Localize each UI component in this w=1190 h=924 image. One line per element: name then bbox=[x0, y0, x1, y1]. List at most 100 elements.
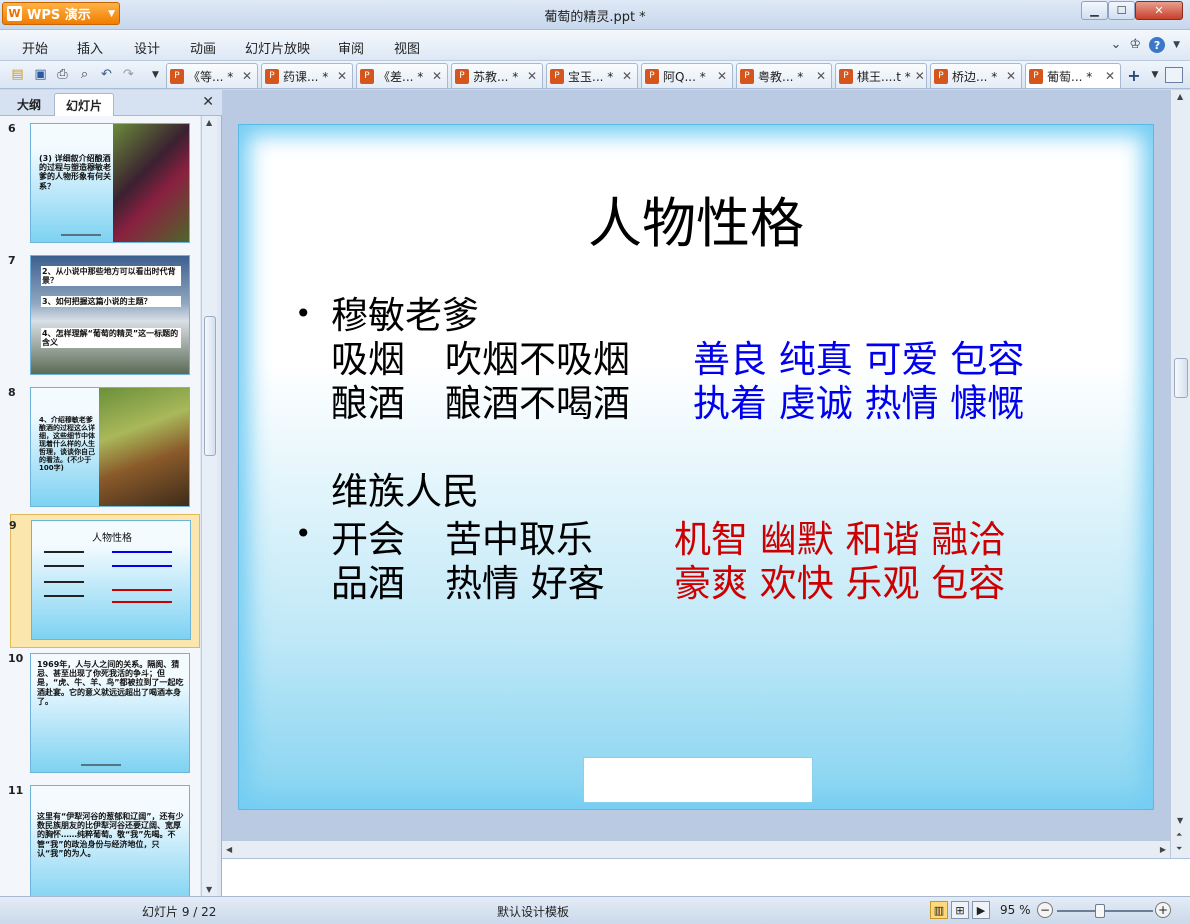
scroll-thumb[interactable] bbox=[204, 316, 216, 456]
slide-thumbnail-9[interactable]: 9 人物性格 bbox=[9, 514, 200, 648]
help-icon[interactable]: ? bbox=[1149, 37, 1166, 53]
menu-insert[interactable]: 插入 bbox=[77, 38, 103, 57]
chevron-down-icon[interactable]: ▼ bbox=[1173, 40, 1180, 53]
slide-thumbnail-10[interactable]: 10 1969年，人与人之间的关系。隔阂、猜忌、甚至出现了你死我活的争斗；但是，… bbox=[8, 648, 200, 780]
doc-tab[interactable]: P 《等... * ✕ bbox=[166, 63, 258, 88]
close-tab-icon[interactable]: ✕ bbox=[622, 69, 632, 83]
slide-editor[interactable]: 人物性格 • 穆敏老爹 吸烟 吹烟不吸烟 善良 纯真 可爱 包容 酿酒 酿酒不喝… bbox=[222, 90, 1170, 840]
behavior-label[interactable]: 酿酒 bbox=[331, 373, 405, 427]
tab-outline[interactable]: 大纲 bbox=[6, 93, 52, 116]
new-tab-icon[interactable]: + bbox=[1123, 66, 1145, 85]
behavior-detail[interactable]: 酿酒不喝酒 bbox=[445, 373, 630, 427]
close-tab-icon[interactable]: ✕ bbox=[1006, 69, 1016, 83]
slideshow-icon[interactable]: ▶ bbox=[972, 901, 990, 919]
doc-tab[interactable]: P 宝玉... * ✕ bbox=[546, 63, 638, 88]
window-switch-icon[interactable] bbox=[1165, 67, 1183, 83]
scroll-thumb[interactable] bbox=[1174, 358, 1188, 398]
close-tab-icon[interactable]: ✕ bbox=[242, 69, 252, 83]
footer-textbox[interactable] bbox=[583, 757, 813, 803]
zoom-in-icon[interactable]: + bbox=[1155, 902, 1171, 918]
menu-design[interactable]: 设计 bbox=[134, 38, 160, 57]
tab-slides[interactable]: 幻灯片 bbox=[54, 93, 114, 116]
save-icon[interactable]: ▣ bbox=[32, 66, 49, 83]
print-icon[interactable]: ⎙ bbox=[54, 66, 71, 83]
close-panel-icon[interactable]: ✕ bbox=[202, 94, 214, 110]
slide-preview: 人物性格 bbox=[31, 520, 191, 640]
doc-tab[interactable]: P 桥边... * ✕ bbox=[930, 63, 1022, 88]
close-tab-icon[interactable]: ✕ bbox=[527, 69, 537, 83]
trait-list[interactable]: 豪爽 欢快 乐观 包容 bbox=[674, 553, 1005, 607]
scroll-down-icon[interactable]: ▼ bbox=[206, 885, 212, 894]
close-window-button[interactable]: ✕ bbox=[1135, 1, 1183, 20]
doc-tab[interactable]: P 阿Q... * ✕ bbox=[641, 63, 733, 88]
zoom-slider[interactable] bbox=[1057, 910, 1153, 912]
slide-sorter-icon[interactable]: ⊞ bbox=[951, 901, 969, 919]
undo-icon[interactable]: ↶ bbox=[98, 66, 115, 83]
behavior-detail[interactable]: 热情 好客 bbox=[445, 553, 605, 607]
doc-tab[interactable]: P 粤教... * ✕ bbox=[736, 63, 832, 88]
current-slide[interactable]: 人物性格 • 穆敏老爹 吸烟 吹烟不吸烟 善良 纯真 可爱 包容 酿酒 酿酒不喝… bbox=[239, 125, 1153, 809]
next-slide-icon[interactable]: ⏷ bbox=[1176, 844, 1182, 854]
chevron-down-icon[interactable]: ⌄ bbox=[1111, 37, 1122, 53]
ppt-file-icon: P bbox=[934, 68, 948, 84]
slide-thumbnail-7[interactable]: 7 2、从小说中那些地方可以看出时代背景？ 3、如何把握这篇小说的主题？ 4、怎… bbox=[8, 250, 200, 382]
menu-slideshow[interactable]: 幻灯片放映 bbox=[245, 38, 310, 57]
tab-list-chevron-icon[interactable]: ▼ bbox=[1148, 66, 1162, 84]
slide-thumbnail-6[interactable]: 6 (3) 详细叙介绍酿酒的过程与塑造穆敏老爹的人物形象有何关系？ bbox=[8, 118, 200, 250]
slide-title[interactable]: 人物性格 bbox=[239, 179, 1153, 258]
thumbnail-scrollbar[interactable]: ▲ ▼ bbox=[201, 116, 217, 896]
menu-review[interactable]: 审阅 bbox=[338, 38, 364, 57]
close-tab-icon[interactable]: ✕ bbox=[432, 69, 442, 83]
subject-name[interactable]: 维族人民 bbox=[331, 461, 479, 515]
panel-tabs: 大纲 幻灯片 ✕ bbox=[0, 90, 222, 116]
doc-tab-active[interactable]: P 葡萄... * ✕ bbox=[1025, 63, 1121, 88]
behavior-label[interactable]: 品酒 bbox=[331, 553, 405, 607]
trait-list[interactable]: 执着 虔诚 热情 慷慨 bbox=[693, 373, 1024, 427]
previous-slide-icon[interactable]: ⏶ bbox=[1176, 830, 1182, 840]
customize-toolbar-icon[interactable]: ▼ bbox=[147, 66, 164, 83]
shirt-icon[interactable]: ♔ bbox=[1129, 37, 1141, 53]
ppt-file-icon: P bbox=[170, 68, 184, 84]
slide-preview: 1969年，人与人之间的关系。隔阂、猜忌、甚至出现了你死我活的争斗；但是，“虎、… bbox=[30, 653, 190, 773]
close-tab-icon[interactable]: ✕ bbox=[717, 69, 727, 83]
notes-pane[interactable] bbox=[222, 858, 1190, 896]
close-tab-icon[interactable]: ✕ bbox=[816, 69, 826, 83]
scroll-right-icon[interactable]: ▶ bbox=[1160, 845, 1166, 854]
scroll-up-icon[interactable]: ▲ bbox=[1177, 92, 1183, 101]
slide-preview: 4、介绍穆敏老爹酿酒的过程这么详细，这些细节中体现着什么样的人生哲理，谈谈你自己… bbox=[30, 387, 190, 507]
menu-home[interactable]: 开始 bbox=[22, 38, 48, 57]
footer-mark bbox=[61, 234, 101, 236]
minimize-button[interactable]: ▁ bbox=[1081, 1, 1108, 20]
slide-thumbnail-8[interactable]: 8 4、介绍穆敏老爹酿酒的过程这么详细，这些细节中体现着什么样的人生哲理，谈谈你… bbox=[8, 382, 200, 514]
normal-view-icon[interactable]: ▥ bbox=[930, 901, 948, 919]
doc-tab[interactable]: P 棋王....t * ✕ bbox=[835, 63, 927, 88]
zoom-out-icon[interactable]: − bbox=[1037, 902, 1053, 918]
slide-vertical-scrollbar[interactable]: ▲ ▼ ⏶ ⏷ bbox=[1170, 90, 1190, 860]
slide-number: 6 bbox=[8, 122, 16, 135]
print-preview-icon[interactable]: ⌕ bbox=[76, 66, 93, 83]
redo-icon[interactable]: ↷ bbox=[120, 66, 137, 83]
slide-horizontal-scrollbar[interactable]: ◀ ▶ bbox=[222, 840, 1170, 858]
doc-tab[interactable]: P 《差... * ✕ bbox=[356, 63, 448, 88]
scroll-down-icon[interactable]: ▼ bbox=[1177, 816, 1183, 825]
open-icon[interactable]: ▤ bbox=[9, 66, 26, 83]
doc-tab[interactable]: P 药课... * ✕ bbox=[261, 63, 353, 88]
menu-animation[interactable]: 动画 bbox=[190, 38, 216, 57]
zoom-level[interactable]: 95 % bbox=[1000, 903, 1031, 917]
close-tab-icon[interactable]: ✕ bbox=[337, 69, 347, 83]
close-tab-icon[interactable]: ✕ bbox=[1105, 69, 1115, 83]
zoom-slider-handle[interactable] bbox=[1095, 904, 1105, 918]
doc-tab-label: 棋王....t * bbox=[857, 69, 911, 84]
menu-view[interactable]: 视图 bbox=[394, 38, 420, 57]
woman-grapes-image bbox=[99, 388, 189, 506]
scroll-left-icon[interactable]: ◀ bbox=[226, 845, 232, 854]
slide-preview: (3) 详细叙介绍酿酒的过程与塑造穆敏老爹的人物形象有何关系？ bbox=[30, 123, 190, 243]
maximize-button[interactable]: ☐ bbox=[1108, 1, 1135, 20]
slide-thumbnail-11[interactable]: 11 这里有“伊犁河谷的葱郁和辽阔”，还有少数民族朋友的比伊犁河谷还要辽阔、宽厚… bbox=[8, 780, 200, 896]
doc-tab[interactable]: P 苏教... * ✕ bbox=[451, 63, 543, 88]
thumbnail-list[interactable]: 6 (3) 详细叙介绍酿酒的过程与塑造穆敏老爹的人物形象有何关系？ 7 2、从小… bbox=[0, 116, 200, 896]
ppt-file-icon: P bbox=[550, 68, 564, 84]
scroll-up-icon[interactable]: ▲ bbox=[206, 118, 212, 127]
design-template-name[interactable]: 默认设计模板 bbox=[497, 903, 569, 920]
close-tab-icon[interactable]: ✕ bbox=[915, 69, 925, 83]
